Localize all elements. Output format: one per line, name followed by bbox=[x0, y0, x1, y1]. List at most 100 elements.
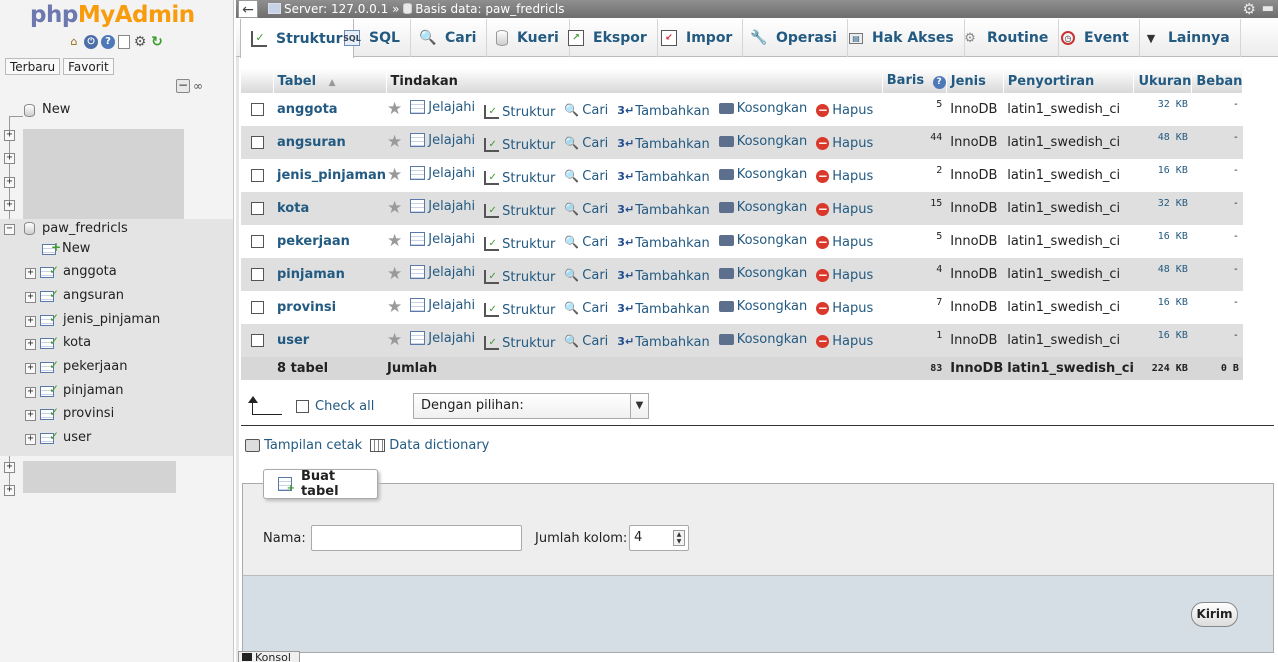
action-search-link[interactable]: 🔍 Cari bbox=[564, 136, 608, 151]
row-size-value[interactable]: 16 KB bbox=[1158, 330, 1188, 341]
favorite-star-icon[interactable]: ★ bbox=[387, 99, 402, 119]
expand-icon[interactable]: + bbox=[4, 130, 15, 141]
action-insert-link[interactable]: 3↵ Tambahkan bbox=[617, 170, 709, 185]
action-structure-link[interactable]: ✓ Struktur bbox=[484, 237, 555, 252]
row-checkbox[interactable] bbox=[251, 136, 264, 149]
tab-operations[interactable]: 🔧 Operasi bbox=[741, 19, 848, 57]
tab-privileges[interactable]: ▤ Hak Akses bbox=[839, 19, 965, 57]
expand-icon[interactable]: + bbox=[4, 177, 15, 188]
new-table-icon[interactable]: + bbox=[42, 241, 61, 256]
action-search-link[interactable]: 🔍 Cari bbox=[564, 301, 608, 316]
tab-more[interactable]: ▼ Lainnya bbox=[1133, 19, 1241, 57]
action-empty-link[interactable]: Kosongkan bbox=[718, 167, 807, 182]
toggle-navigation-arrow-icon[interactable]: ← bbox=[238, 0, 258, 18]
action-search-link[interactable]: 🔍 Cari bbox=[564, 202, 608, 217]
nav-table-item[interactable]: kota bbox=[63, 335, 91, 350]
favorite-star-icon[interactable]: ★ bbox=[387, 264, 402, 284]
row-checkbox[interactable] bbox=[251, 301, 264, 314]
action-structure-link[interactable]: ✓ Struktur bbox=[484, 303, 555, 318]
action-browse-link[interactable]: Jelajahi bbox=[410, 265, 475, 280]
help-icon[interactable]: ? bbox=[101, 35, 115, 49]
tab-import[interactable]: ↙ Impor bbox=[651, 19, 744, 57]
row-size-value[interactable]: 48 KB bbox=[1158, 264, 1188, 275]
expand-icon[interactable]: + bbox=[4, 153, 15, 164]
row-size-value[interactable]: 48 KB bbox=[1158, 132, 1188, 143]
row-size-value[interactable]: 32 KB bbox=[1158, 99, 1188, 110]
spinner-arrows-icon[interactable]: ▲ ▼ bbox=[673, 530, 685, 546]
settings-gear-icon[interactable]: ⚙ bbox=[133, 35, 147, 49]
table-name-link[interactable]: anggota bbox=[273, 93, 387, 126]
action-empty-link[interactable]: Kosongkan bbox=[718, 266, 807, 281]
action-drop-link[interactable]: − Hapus bbox=[816, 169, 873, 184]
nav-table-item[interactable]: pekerjaan bbox=[63, 359, 127, 374]
action-drop-link[interactable]: − Hapus bbox=[816, 268, 873, 283]
home-icon[interactable]: ⌂ bbox=[67, 35, 81, 49]
action-empty-link[interactable]: Kosongkan bbox=[718, 200, 807, 215]
nav-current-database[interactable]: paw_fredricls bbox=[42, 221, 128, 236]
header-size[interactable]: Ukuran bbox=[1133, 69, 1193, 93]
action-search-link[interactable]: 🔍 Cari bbox=[564, 169, 608, 184]
check-all-checkbox[interactable] bbox=[296, 399, 309, 413]
table-icon[interactable]: ✓ bbox=[40, 288, 59, 303]
row-size-value[interactable]: 16 KB bbox=[1158, 165, 1188, 176]
action-structure-link[interactable]: ✓ Struktur bbox=[484, 105, 555, 120]
console-toggle[interactable]: Konsol bbox=[238, 651, 300, 662]
favorite-star-icon[interactable]: ★ bbox=[387, 231, 402, 251]
action-drop-link[interactable]: − Hapus bbox=[816, 334, 873, 349]
collapse-icon[interactable]: − bbox=[4, 224, 15, 235]
row-checkbox[interactable] bbox=[251, 268, 264, 281]
expand-icon[interactable]: + bbox=[25, 387, 36, 398]
header-table[interactable]: Tabel ▲ bbox=[273, 69, 387, 93]
action-structure-link[interactable]: ✓ Struktur bbox=[484, 171, 555, 186]
expand-icon[interactable]: + bbox=[25, 316, 36, 327]
reload-icon[interactable]: ↻ bbox=[150, 35, 164, 49]
row-size-value[interactable]: 32 KB bbox=[1158, 198, 1188, 209]
table-icon[interactable]: ✓ bbox=[40, 335, 59, 350]
logout-icon[interactable]: ⏻ bbox=[84, 35, 98, 49]
action-insert-link[interactable]: 3↵ Tambahkan bbox=[617, 104, 709, 119]
action-drop-link[interactable]: − Hapus bbox=[816, 301, 873, 316]
nav-table-item[interactable]: pinjaman bbox=[63, 383, 124, 398]
collapse-topbar-icon[interactable]: ▬ bbox=[1262, 0, 1274, 18]
nav-table-item[interactable]: angsuran bbox=[63, 288, 124, 303]
phpmyadmin-logo[interactable]: phpMyAdmin bbox=[30, 2, 195, 28]
row-size-value[interactable]: 16 KB bbox=[1158, 231, 1188, 242]
documentation-icon[interactable] bbox=[118, 35, 130, 49]
action-browse-link[interactable]: Jelajahi bbox=[410, 331, 475, 346]
data-dictionary-link[interactable]: Data dictionary bbox=[370, 438, 489, 453]
tab-sql[interactable]: SQL SQL bbox=[334, 19, 411, 57]
header-type[interactable]: Jenis bbox=[946, 69, 1004, 93]
column-count-input[interactable]: 4 ▲ ▼ bbox=[629, 525, 689, 551]
action-browse-link[interactable]: Jelajahi bbox=[410, 232, 475, 247]
nav-table-item[interactable]: provinsi bbox=[63, 406, 114, 421]
table-name-link[interactable]: provinsi bbox=[273, 291, 387, 324]
table-name-link[interactable]: pekerjaan bbox=[273, 225, 387, 258]
table-icon[interactable]: ✓ bbox=[40, 430, 59, 445]
recent-tab[interactable]: Terbaru bbox=[5, 58, 61, 75]
nav-table-item[interactable]: anggota bbox=[63, 264, 117, 279]
action-insert-link[interactable]: 3↵ Tambahkan bbox=[617, 302, 709, 317]
with-selected-select[interactable]: Dengan pilihan: ▼ bbox=[413, 393, 649, 419]
action-drop-link[interactable]: − Hapus bbox=[816, 235, 873, 250]
expand-icon[interactable]: + bbox=[4, 200, 15, 211]
check-all-label[interactable]: Check all bbox=[315, 399, 374, 414]
action-empty-link[interactable]: Kosongkan bbox=[718, 332, 807, 347]
page-settings-gear-icon[interactable]: ⚙ bbox=[1243, 0, 1256, 18]
action-browse-link[interactable]: Jelajahi bbox=[410, 166, 475, 181]
favorite-star-icon[interactable]: ★ bbox=[387, 297, 402, 317]
action-insert-link[interactable]: 3↵ Tambahkan bbox=[617, 269, 709, 284]
row-checkbox[interactable] bbox=[251, 235, 264, 248]
action-search-link[interactable]: 🔍 Cari bbox=[564, 103, 608, 118]
header-overhead[interactable]: Beban bbox=[1191, 69, 1244, 93]
favorite-star-icon[interactable]: ★ bbox=[387, 165, 402, 185]
action-insert-link[interactable]: 3↵ Tambahkan bbox=[617, 335, 709, 350]
table-icon[interactable]: ✓ bbox=[40, 264, 59, 279]
action-empty-link[interactable]: Kosongkan bbox=[718, 134, 807, 149]
table-name-input[interactable] bbox=[311, 525, 522, 551]
link-with-main-icon[interactable]: ∞ bbox=[193, 79, 203, 93]
nav-table-item[interactable]: jenis_pinjaman bbox=[63, 312, 160, 327]
breadcrumb-server[interactable]: Server: 127.0.0.1 bbox=[284, 2, 388, 16]
action-insert-link[interactable]: 3↵ Tambahkan bbox=[617, 203, 709, 218]
table-name-link[interactable]: kota bbox=[273, 192, 387, 225]
action-structure-link[interactable]: ✓ Struktur bbox=[484, 270, 555, 285]
